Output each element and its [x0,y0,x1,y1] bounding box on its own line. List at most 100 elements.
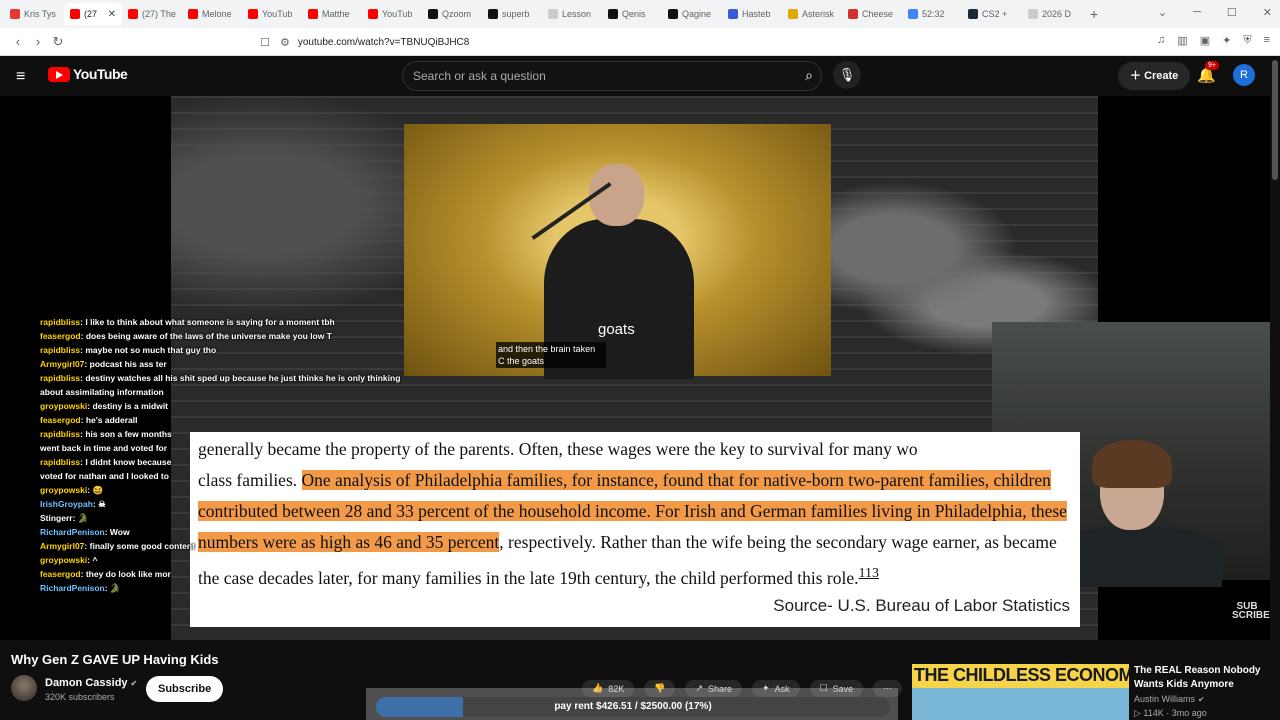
url-text[interactable]: youtube.com/watch?v=TBNUQiBJHC8 [298,37,469,48]
tab-search-icon[interactable]: ⌄ [1158,6,1167,19]
page-scrollbar[interactable] [1270,56,1280,720]
tab-label: 2026 D [1042,9,1072,19]
browser-tab[interactable]: Kris Tys [4,3,64,25]
chat-username[interactable]: feasergod [40,415,81,425]
window-controls: ⌄ ─ ☐ ✕ [1158,6,1272,19]
mic-icon[interactable]: 🎙 [833,61,861,89]
create-button[interactable]: ＋ Create [1118,62,1191,90]
sidebar-icon[interactable]: ▥ [1177,34,1187,47]
browser-tab[interactable]: CS2 + [962,3,1022,25]
browser-tab[interactable]: YouTub [362,3,422,25]
browser-tab[interactable]: YouTub [242,3,302,25]
close-window-icon[interactable]: ✕ [1263,6,1272,19]
tab-label: (27) The [142,9,176,19]
browser-tab[interactable]: 2026 D [1022,3,1082,25]
chat-message: rapidbliss: I didnt know because [40,455,410,469]
search-input[interactable]: Search or ask a question ⌕ [402,61,822,91]
browser-tab[interactable]: 52:32 [902,3,962,25]
chat-username[interactable]: groypowski [40,555,87,565]
close-tab-icon[interactable]: ✕ [108,9,116,20]
chat-username[interactable]: Armygirl07 [40,359,84,369]
chat-message: rapidbliss: I like to think about what s… [40,315,410,329]
browser-tab[interactable]: Qzoom [422,3,482,25]
tab-label: superb [502,9,530,19]
chat-username[interactable]: feasergod [40,331,81,341]
tab-favicon-icon [608,9,618,19]
browser-tab[interactable]: Qagine [662,3,722,25]
browser-tab[interactable]: Lesson [542,3,602,25]
chat-username[interactable]: groypowski [40,485,87,495]
chat-username[interactable]: RichardPenison [40,527,105,537]
verified-icon: ✔ [1198,695,1205,704]
tab-favicon-icon [488,9,498,19]
wallet-icon[interactable]: ▣ [1200,34,1210,47]
scrollbar-thumb[interactable] [1272,60,1278,180]
chat-username[interactable]: Stingerr [40,513,73,523]
chat-username[interactable]: rapidbliss [40,429,80,439]
hamburger-menu-icon[interactable]: ≡ [16,68,25,86]
notifications-icon[interactable]: 🔔 9+ [1197,61,1219,84]
tab-favicon-icon [128,9,138,19]
reload-icon[interactable]: ↻ [48,34,68,50]
chat-text: 🐊 [77,513,89,523]
tab-favicon-icon [248,9,258,19]
chat-username[interactable]: rapidbliss [40,317,80,327]
browser-tab[interactable]: superb [482,3,542,25]
youtube-header: ≡ YouTube Search or ask a question ⌕ 🎙 ＋… [0,56,1270,96]
tab-label: CS2 + [982,9,1008,19]
chat-username[interactable]: IrishGroypah [40,499,93,509]
tab-favicon-icon [788,9,798,19]
new-tab-button[interactable]: + [1090,6,1098,22]
chat-message: voted for nathan and I looked to [40,469,410,483]
browser-tab[interactable]: (27) The [122,3,182,25]
browser-tab[interactable]: Melone [182,3,242,25]
ai-icon[interactable]: ✦ [1222,34,1231,47]
forward-icon[interactable]: › [28,34,48,49]
account-avatar[interactable]: R [1233,64,1255,86]
back-icon[interactable]: ‹ [8,34,28,49]
chat-username[interactable]: rapidbliss [40,373,80,383]
tab-label: YouTub [382,9,413,19]
tab-favicon-icon [428,9,438,19]
chat-text: does being aware of the laws of the univ… [85,331,332,341]
address-bar[interactable]: ☐ ⚙ youtube.com/watch?v=TBNUQiBJHC8 [260,31,1000,53]
channel-name[interactable]: Damon Cassidy ✔ [45,677,137,689]
chat-text: his son a few months [85,429,172,439]
browser-tab[interactable]: Matthe [302,3,362,25]
channel-avatar[interactable] [11,675,37,701]
chat-username[interactable]: rapidbliss [40,457,80,467]
browser-tab[interactable]: (27 ✕ [64,3,122,25]
tab-label: Matthe [322,9,350,19]
shield-icon[interactable]: ⛨ [1243,34,1251,47]
browser-tab[interactable]: Cheese [842,3,902,25]
minimize-icon[interactable]: ─ [1193,6,1201,19]
chat-username[interactable]: RichardPenison [40,583,105,593]
tab-favicon-icon [968,9,978,19]
recommended-channel[interactable]: Austin Williams ✔ [1134,694,1205,704]
maximize-icon[interactable]: ☐ [1227,6,1237,19]
bookmark-icon[interactable]: ☐ [260,36,270,49]
media-icon[interactable]: ♫ [1157,34,1165,47]
chat-username[interactable]: rapidbliss [40,345,80,355]
chat-username[interactable]: Armygirl07 [40,541,84,551]
recommended-title[interactable]: The REAL Reason Nobody Wants Kids Anymor… [1134,664,1264,692]
recommended-thumbnail[interactable]: THE CHILDLESS ECONOMY [912,664,1129,720]
chat-username[interactable]: feasergod [40,569,81,579]
youtube-logo[interactable]: YouTube [48,66,128,82]
chat-message: rapidbliss: destiny watches all his shit… [40,371,410,399]
browser-tab[interactable]: Asterisk [782,3,842,25]
menu-icon[interactable]: ≡ [1264,34,1270,47]
browser-tab[interactable]: Qenis [602,3,662,25]
search-icon[interactable]: ⌕ [805,67,813,84]
video-title: Why Gen Z GAVE UP Having Kids [11,652,219,667]
site-info-icon[interactable]: ⚙ [280,36,290,49]
browser-tab[interactable]: Hasteb [722,3,782,25]
subscribe-button[interactable]: Subscribe [146,676,224,702]
recommended-meta: ▷ 114K · 3mo ago [1134,708,1207,718]
chat-username[interactable]: groypowski [40,401,87,411]
chat-message: RichardPenison: 🐊 [40,581,410,595]
subscribe-watermark[interactable]: SUB SCRIBE [1232,602,1270,621]
tab-label: Qenis [622,9,646,19]
tab-favicon-icon [728,9,738,19]
verified-icon: ✔ [130,679,138,688]
